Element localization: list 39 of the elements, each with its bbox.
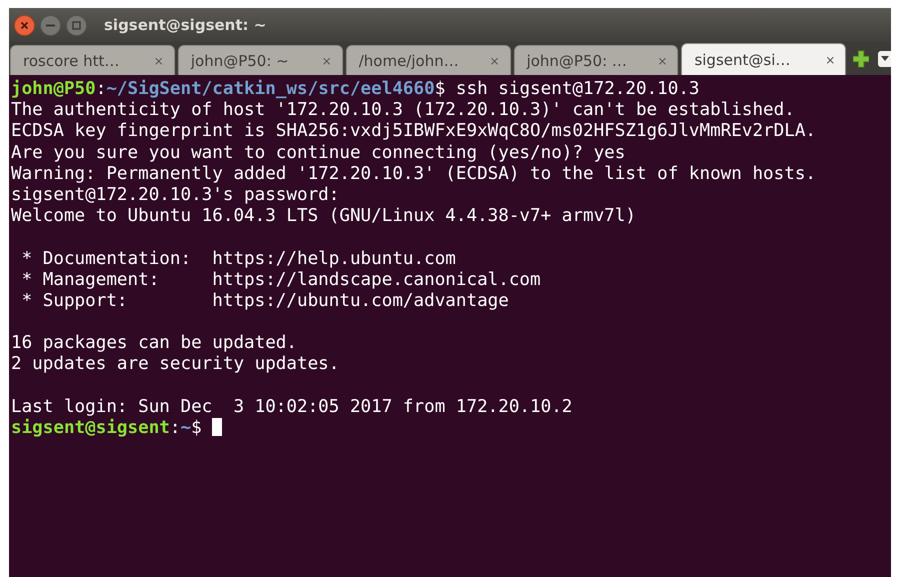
output-line: 2 updates are security updates.: [11, 354, 340, 376]
output-line: Warning: Permanently added '172.20.10.3' (ECDSA) to the list of known hosts.: [11, 164, 818, 185]
output-line: Last login: Sun Dec 3 10:02:05 2017 from 172.20.10.2: [11, 396, 574, 418]
tab-label: sigsent@si…: [694, 50, 790, 68]
tab-close-button[interactable]: ×: [825, 52, 836, 66]
terminal-tab[interactable]: /home/john… ×: [346, 45, 511, 75]
tab-label: roscore htt…: [23, 52, 120, 70]
tab-close-button[interactable]: ×: [657, 54, 668, 68]
output-line: * Documentation: https://help.ubuntu.com: [20, 248, 457, 270]
minimize-icon: [46, 24, 55, 26]
window-title: sigsent@sigsent: ~: [104, 16, 266, 34]
terminal-tab[interactable]: sigsent@si… ×: [681, 43, 846, 75]
terminal-tab[interactable]: john@P50: ~ ×: [178, 45, 343, 75]
tab-label: john@P50: ~: [190, 52, 289, 70]
output-line: * Support: https://ubuntu.com/advantage: [20, 290, 510, 312]
tab-label: john@P50: …: [526, 52, 627, 70]
output-line: Are you sure you want to continue connecting (yes/no)? yes: [11, 142, 626, 164]
close-icon: [20, 20, 29, 30]
minimize-button[interactable]: [40, 14, 61, 36]
prompt-line: sigsent@sigsent:~$: [11, 418, 889, 440]
output-line: ECDSA key fingerprint is SHA256:vxdj5IBWFxE9xWqC8O/ms02HFSZ1g6JlvMmREv2rDLA.: [11, 121, 818, 143]
tab-close-button[interactable]: ×: [322, 54, 332, 68]
output-line: * Management: https://landscape.canonical.com: [20, 270, 542, 291]
terminal-tab[interactable]: john@P50: … ×: [514, 45, 678, 75]
new-tab-icon[interactable]: [853, 50, 870, 68]
output-line: 16 packages can be updated.: [11, 333, 298, 354]
output-line: Welcome to Ubuntu 16.04.3 LTS (GNU/Linux 4.4.38-v7+ armv7l): [11, 206, 637, 228]
maximize-icon: [72, 20, 81, 30]
tab-close-button[interactable]: ×: [490, 54, 500, 68]
terminal-tab[interactable]: roscore htt… ×: [10, 45, 175, 75]
output-line: sigsent@172.20.10.3's password:: [11, 184, 340, 206]
output-line: The authenticity of host '172.20.10.3 (172.20.10.3)' can't be established.: [11, 100, 796, 122]
tab-close-button[interactable]: ×: [154, 54, 164, 68]
caret-icon: [880, 56, 889, 61]
prompt-line: john@P50:~/SigSent/catkin_ws/src/eel4660$ ssh sigsent@172.20.10.3: [11, 79, 701, 100]
tab-menu-button[interactable]: [878, 50, 892, 66]
tab-label: /home/john…: [358, 52, 459, 70]
close-button[interactable]: [14, 14, 35, 36]
maximize-button[interactable]: [66, 14, 87, 36]
